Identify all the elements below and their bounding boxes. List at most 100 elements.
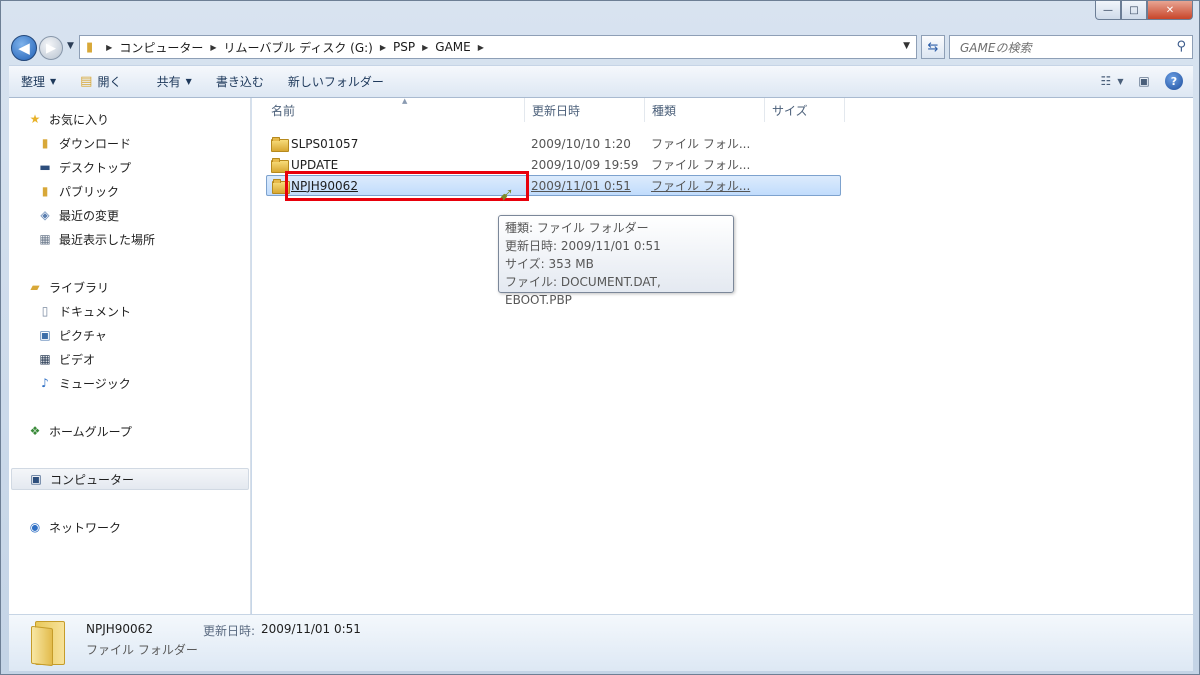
folder-icon (271, 137, 289, 152)
music-icon: ♪ (41, 376, 49, 390)
sidebar-item-downloads[interactable]: ▮ ダウンロード (37, 132, 131, 154)
share-label: 共有 (156, 75, 181, 89)
sidebar-item-computer[interactable]: ▣ コンピューター (11, 468, 249, 490)
tooltip-modified: 更新日時: 2009/11/01 0:51 (505, 239, 661, 253)
maximize-button[interactable]: □ (1121, 1, 1147, 20)
column-size-label: サイズ (772, 103, 808, 118)
search-input[interactable]: GAMEの検索 ⚲ (949, 35, 1193, 59)
sidebar-item-homegroup[interactable]: ❖ ホームグループ (27, 420, 132, 442)
details-type: ファイル フォルダー (86, 643, 198, 657)
breadcrumb-psp[interactable]: PSP (393, 40, 415, 54)
breadcrumb-separator-icon[interactable]: ▶ (380, 43, 386, 52)
sidebar-item-pictures[interactable]: ▣ ピクチャ (37, 324, 107, 346)
details-name: NPJH90062 (86, 622, 153, 636)
column-header-modified[interactable]: 更新日時 (525, 98, 645, 122)
forward-button[interactable]: ▶ (39, 36, 63, 60)
help-icon[interactable]: ? (1165, 72, 1183, 90)
desktop-icon: ▬ (39, 160, 51, 174)
refresh-icon: ⇆ (927, 39, 939, 55)
breadcrumb-separator-icon[interactable]: ▶ (210, 43, 216, 52)
tooltip-type: 種類: ファイル フォルダー (505, 221, 649, 235)
file-type: ファイル フォル... (651, 158, 751, 172)
sidebar-item-label: お気に入り (49, 112, 110, 127)
sidebar-item-desktop[interactable]: ▬ デスクトップ (37, 156, 131, 178)
burn-button[interactable]: 書き込む (204, 66, 276, 97)
file-type: ファイル フォル... (651, 137, 751, 151)
sidebar-item-recent-places[interactable]: ▦ 最近表示した場所 (37, 228, 155, 250)
sidebar-item-documents[interactable]: ▯ ドキュメント (37, 300, 131, 322)
view-options-icon[interactable]: ☷ ▼ (1101, 72, 1124, 90)
column-type-label: 種類 (652, 103, 677, 118)
address-bar[interactable]: ▮ ▶ コンピューター ▶ リムーバブル ディスク (G:) ▶ PSP ▶ G… (79, 35, 917, 59)
sidebar-item-public[interactable]: ▮ パブリック (37, 180, 119, 202)
highlight-box (285, 171, 529, 201)
search-icon[interactable]: ⚲ (1176, 39, 1186, 54)
sort-up-icon: ▲ (402, 97, 408, 105)
file-modified: 2009/10/10 1:20 (531, 136, 631, 151)
organize-button[interactable]: 整理 ▼ (9, 66, 68, 97)
sidebar-item-label: ネットワーク (49, 520, 122, 535)
breadcrumb-separator-icon[interactable]: ▶ (106, 43, 112, 52)
large-folder-icon (31, 621, 69, 667)
sidebar-item-recent-changes[interactable]: ◈ 最近の変更 (37, 204, 119, 226)
sidebar-item-favorites[interactable]: ★ お気に入り (27, 108, 109, 130)
minimize-button[interactable]: — (1095, 1, 1121, 20)
homegroup-icon: ❖ (29, 424, 41, 438)
file-info-tooltip: 種類: ファイル フォルダー 更新日時: 2009/11/01 0:51 サイズ… (498, 215, 734, 307)
column-name-label: 名前 (271, 103, 296, 118)
folder-icon: ▮ (41, 184, 49, 198)
breadcrumb-separator-icon[interactable]: ▶ (422, 43, 428, 52)
sidebar-item-label: 最近表示した場所 (59, 232, 156, 247)
download-folder-icon: ▮ (41, 136, 49, 150)
sidebar-item-videos[interactable]: ▦ ビデオ (37, 348, 95, 370)
computer-icon: ▣ (30, 472, 42, 486)
back-button[interactable]: ◀ (11, 35, 37, 61)
video-icon: ▦ (39, 352, 51, 366)
folder-icon (271, 158, 289, 173)
breadcrumb-separator-icon[interactable]: ▶ (478, 43, 484, 52)
details-pane: NPJH90062 ファイル フォルダー 更新日時: 2009/11/01 0:… (9, 614, 1193, 671)
open-label: 開く (97, 75, 122, 89)
file-type: ファイル フォル... (651, 179, 751, 193)
chevron-down-icon: ▼ (185, 77, 192, 86)
chevron-down-icon: ▼ (50, 77, 57, 86)
tooltip-files: ファイル: DOCUMENT.DAT, EBOOT.PBP (505, 275, 661, 307)
sidebar-item-music[interactable]: ♪ ミュージック (37, 372, 131, 394)
sidebar-item-libraries[interactable]: ▰ ライブラリ (27, 276, 109, 298)
file-modified: 2009/11/01 0:51 (531, 178, 631, 193)
close-button[interactable]: ✕ (1147, 1, 1193, 20)
open-button[interactable]: ▤開く▼ (68, 66, 144, 97)
breadcrumb-game[interactable]: GAME (435, 40, 470, 54)
new-folder-button[interactable]: 新しいフォルダー (276, 66, 396, 97)
star-icon: ★ (29, 112, 41, 126)
breadcrumb-removable-disk[interactable]: リムーバブル ディスク (G:) (223, 39, 372, 56)
command-bar: 整理 ▼ ▤ 開く ▼ 共有 ▼ 書き込む 新しいフォルダー ☷ ▼ ▣ ? (9, 65, 1193, 98)
new-folder-label: 新しいフォルダー (287, 75, 384, 89)
sidebar-item-label: コンピューター (50, 472, 135, 487)
address-dropdown-icon[interactable]: ▼ (903, 41, 910, 51)
open-folder-icon: ▤ (80, 74, 93, 89)
picture-icon: ▣ (39, 328, 51, 342)
navigation-pane: ★ お気に入り ▮ ダウンロード ▬ デスクトップ ▮ パブリック ◈ 最近の変更 ▦ 最近… (9, 98, 251, 614)
breadcrumb-computer[interactable]: コンピューター (119, 39, 203, 56)
folder-icon: ▮ (86, 39, 94, 55)
preview-pane-icon[interactable]: ▣ (1133, 72, 1155, 90)
burn-label: 書き込む (215, 75, 264, 89)
file-name: UPDATE (291, 157, 339, 172)
sidebar-item-label: ライブラリ (49, 280, 110, 295)
column-header-size[interactable]: サイズ (765, 98, 845, 122)
column-header-type[interactable]: 種類 (645, 98, 765, 122)
network-icon: ◉ (29, 520, 41, 534)
column-modified-label: 更新日時 (532, 103, 581, 118)
refresh-button[interactable]: ⇆ (921, 35, 945, 59)
breadcrumb: ▶ コンピューター ▶ リムーバブル ディスク (G:) ▶ PSP ▶ GAM… (99, 39, 491, 56)
sidebar-item-network[interactable]: ◉ ネットワーク (27, 516, 121, 538)
share-button[interactable]: 共有 ▼ (145, 66, 204, 97)
table-row[interactable]: SLPS01057 2009/10/10 1:20 ファイル フォル... (266, 133, 841, 154)
explorer-window: — □ ✕ ◀ ▶ ▼ ▮ ▶ コンピューター ▶ リムーバブル ディスク (G… (0, 0, 1200, 675)
forward-arrow-icon: ▶ (46, 40, 56, 56)
recent-changes-icon: ◈ (40, 208, 50, 222)
caption-buttons: — □ ✕ (1095, 1, 1193, 20)
recent-pages-dropdown[interactable]: ▼ (67, 41, 74, 51)
column-header-name[interactable]: 名前 ▲ (264, 97, 525, 122)
